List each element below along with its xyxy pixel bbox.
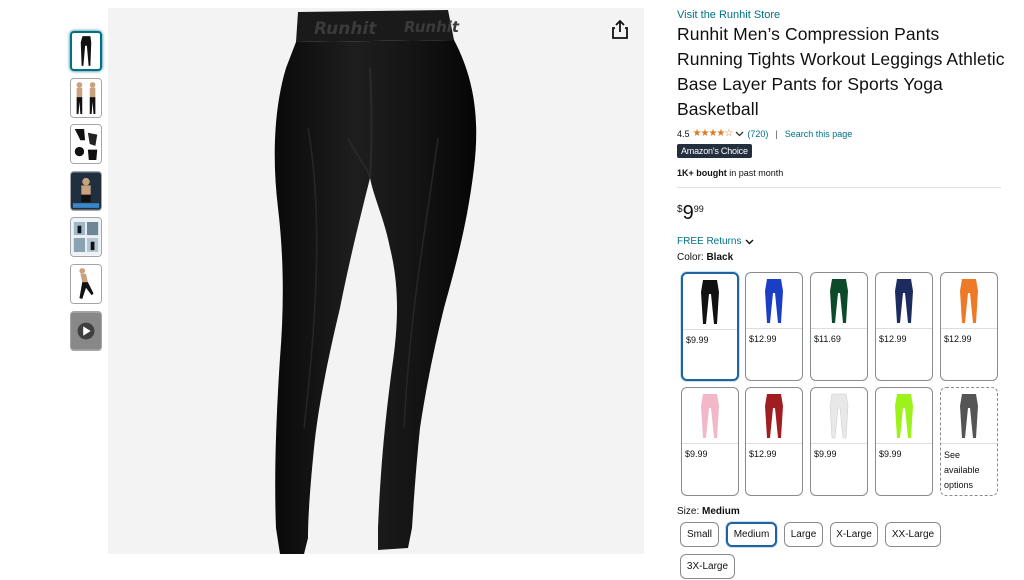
- thumbnail-5[interactable]: [70, 217, 102, 257]
- swatch-see-options[interactable]: See available options: [940, 387, 998, 496]
- swatch-price: $12.99: [879, 334, 907, 344]
- swatch-white[interactable]: $9.99: [810, 387, 868, 496]
- thumbnail-4[interactable]: [70, 171, 102, 211]
- price-fraction: 99: [693, 204, 704, 214]
- swatch-blue[interactable]: $12.99: [745, 272, 803, 381]
- color-selected: Black: [706, 252, 734, 263]
- returns-label: FREE Returns: [677, 236, 742, 247]
- swatch-image: [876, 388, 932, 444]
- size-x-large[interactable]: X-Large: [830, 522, 878, 547]
- rating-count-link[interactable]: (720): [747, 129, 768, 139]
- swatch-price: $12.99: [749, 449, 777, 459]
- swatch-price: $11.69: [814, 334, 841, 344]
- swatch-image: [941, 388, 997, 444]
- size-3x-large[interactable]: 3X-Large: [680, 554, 735, 579]
- main-product-image[interactable]: Runhit Runhit: [108, 8, 644, 554]
- size-xx-large[interactable]: XX-Large: [885, 522, 941, 547]
- color-label: Color: Black: [677, 252, 1007, 263]
- thumbnail-6[interactable]: [70, 264, 102, 304]
- swatch-image: [811, 273, 867, 329]
- price-whole: 9: [682, 202, 694, 224]
- share-button[interactable]: [608, 18, 632, 42]
- star-rating-icon[interactable]: ★★★★☆: [693, 128, 734, 139]
- thumbnail-2[interactable]: [70, 78, 102, 118]
- size-medium[interactable]: Medium: [726, 522, 777, 547]
- swatch-navy[interactable]: $12.99: [875, 272, 933, 381]
- swatch-lime[interactable]: $9.99: [875, 387, 933, 496]
- swatch-image: [876, 273, 932, 329]
- see-options-text: See available options: [941, 444, 997, 493]
- size-label: Size: Medium: [677, 506, 740, 517]
- see-line-2: available: [944, 465, 980, 475]
- price: $ 9 99: [677, 202, 1007, 224]
- swatch-price: $9.99: [686, 335, 709, 345]
- thumbnail-video[interactable]: [70, 311, 102, 351]
- swatch-image: [746, 388, 802, 444]
- compression-pants-image: Runhit Runhit: [274, 10, 477, 554]
- size-large[interactable]: Large: [784, 522, 823, 547]
- rating-value: 4.5: [677, 128, 690, 139]
- swatch-black[interactable]: $9.99: [681, 272, 739, 381]
- search-page-link[interactable]: Search this page: [785, 129, 853, 139]
- store-link[interactable]: Visit the Runhit Store: [677, 9, 1007, 21]
- size-label-prefix: Size:: [677, 506, 703, 517]
- swatch-price: $9.99: [879, 449, 902, 459]
- color-label-prefix: Color:: [677, 252, 707, 263]
- divider: [677, 187, 1001, 188]
- swatch-image: [683, 274, 737, 330]
- swatch-image: [941, 273, 997, 329]
- bought-count: 1K+ bought in past month: [677, 168, 1007, 178]
- product-title: Runhit Men’s Compression Pants Running T…: [677, 24, 1005, 119]
- swatch-pink[interactable]: $9.99: [681, 387, 739, 496]
- swatch-image: [682, 388, 738, 444]
- waistband-brand-2: Runhit: [404, 18, 460, 36]
- waistband-brand: Runhit: [314, 19, 377, 39]
- chevron-down-icon[interactable]: [735, 131, 744, 137]
- size-small[interactable]: Small: [680, 522, 719, 547]
- swatch-red[interactable]: $12.99: [745, 387, 803, 496]
- swatch-price: $12.99: [944, 334, 972, 344]
- thumbnail-3[interactable]: [70, 124, 102, 164]
- swatch-price: $12.99: [749, 334, 777, 344]
- swatch-price: $9.99: [685, 449, 708, 459]
- see-line-3: options: [944, 480, 974, 490]
- bought-rest: in past month: [726, 168, 784, 178]
- share-icon: [612, 19, 628, 39]
- swatch-orange[interactable]: $12.99: [940, 272, 998, 381]
- chevron-down-icon: [745, 239, 754, 244]
- rating-row: 4.5 ★★★★☆ (720) | Search this page: [677, 128, 1007, 139]
- free-returns-link[interactable]: FREE Returns: [677, 236, 754, 247]
- size-selected: Medium: [702, 506, 740, 517]
- swatch-green[interactable]: $11.69: [810, 272, 868, 381]
- see-line-1: See: [944, 450, 961, 460]
- swatch-price: $9.99: [814, 449, 837, 459]
- bought-bold: 1K+ bought: [677, 168, 727, 178]
- product-info: Visit the Runhit Store Runhit Men’s Comp…: [677, 8, 1007, 263]
- separator: |: [775, 128, 778, 139]
- thumbnail-1[interactable]: [70, 31, 102, 71]
- amazons-choice-badge: Amazon's Choice: [677, 144, 752, 158]
- swatch-image: [811, 388, 867, 444]
- swatch-image: [746, 273, 802, 329]
